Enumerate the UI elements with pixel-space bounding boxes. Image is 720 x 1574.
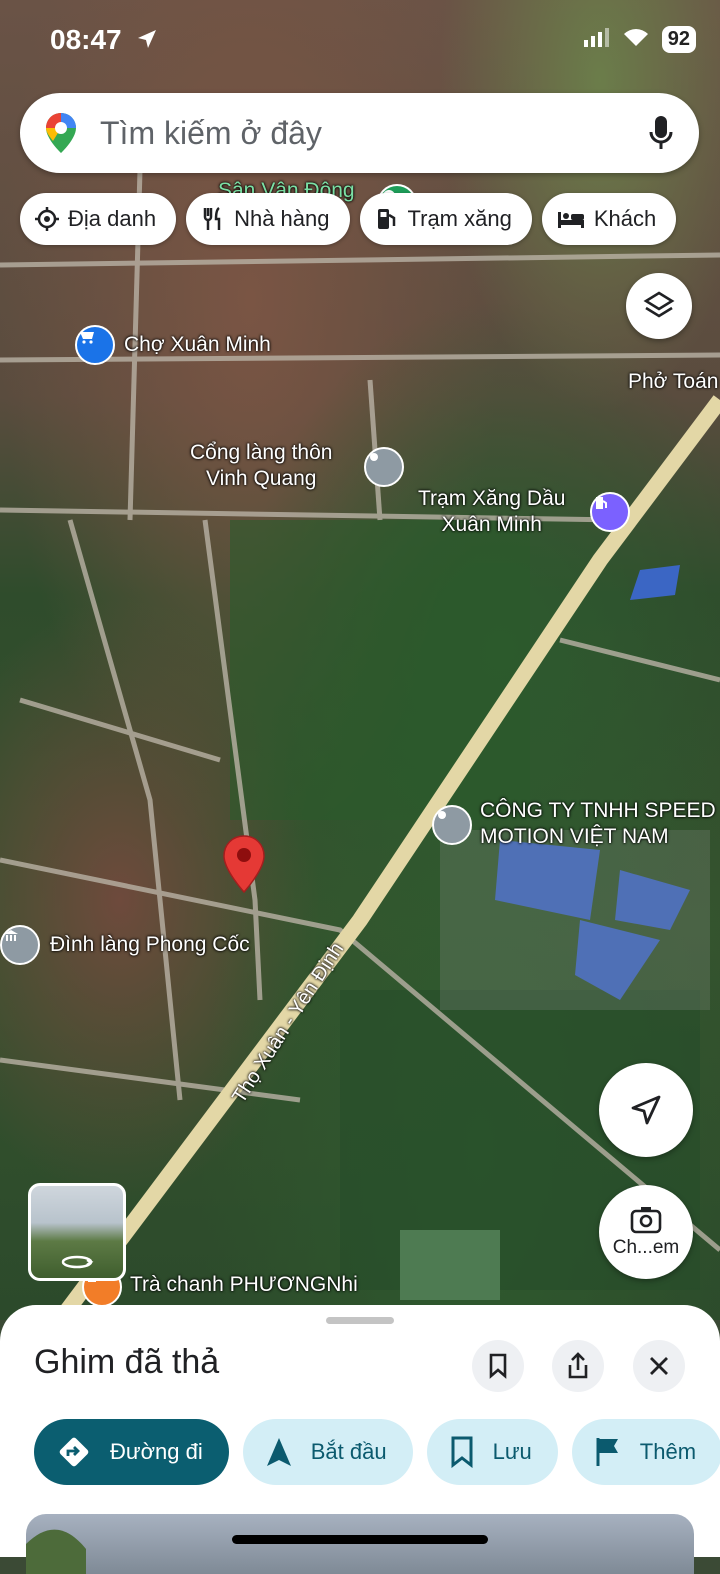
battery-level: 92	[661, 26, 696, 53]
chip-gas-stations[interactable]: Trạm xăng	[359, 193, 532, 245]
my-location-button[interactable]	[599, 1063, 693, 1157]
navigation-arrow-icon	[631, 1095, 661, 1125]
company-line-2: MOTION VIỆT NAM	[480, 825, 669, 848]
map-label-pho[interactable]: Phở Toán	[628, 369, 718, 395]
bookmark-icon	[449, 1436, 475, 1468]
start-label: Bắt đầu	[310, 1439, 387, 1464]
hotel-icon	[556, 206, 586, 232]
signal-icon	[583, 27, 610, 52]
save-pin-button[interactable]	[472, 1340, 524, 1392]
action-buttons: Đường đi Bắt đầu Lưu Thêm	[34, 1419, 720, 1485]
bookmark-icon	[489, 1353, 507, 1379]
village-gate-line-2: Vinh Quang	[205, 467, 317, 490]
microphone-icon[interactable]	[649, 115, 673, 156]
village-gate-poi-icon[interactable]	[364, 447, 404, 487]
wifi-icon	[622, 26, 650, 53]
start-button[interactable]: Bắt đầu	[242, 1419, 413, 1485]
village-gate-line-1: Cổng làng thôn	[190, 441, 333, 464]
market-poi-icon[interactable]	[75, 325, 115, 365]
directions-label: Đường đi	[110, 1439, 203, 1464]
save-button[interactable]: Lưu	[426, 1419, 558, 1485]
add-label-text: Thêm	[639, 1439, 697, 1464]
gas-station-poi-icon[interactable]	[590, 492, 630, 532]
navigation-arrow-icon	[265, 1436, 293, 1468]
search-input[interactable]: Tìm kiếm ở đây	[100, 115, 322, 152]
search-bar[interactable]: Tìm kiếm ở đây	[20, 93, 699, 173]
chip-landmarks[interactable]: Địa danh	[20, 193, 177, 245]
chip-label: Khách	[593, 206, 657, 231]
layers-icon	[643, 291, 675, 318]
status-bar: 08:47 92	[0, 0, 720, 80]
flag-icon	[594, 1436, 622, 1468]
close-button[interactable]	[633, 1340, 685, 1392]
temple-poi-icon[interactable]	[0, 925, 40, 965]
map-label-tea-shop[interactable]: Trà chanh PHƯƠNGNhi	[130, 1272, 358, 1298]
gas-station-icon	[374, 206, 400, 232]
map-label-market[interactable]: Chợ Xuân Minh	[124, 332, 271, 358]
location-arrow-icon	[136, 28, 158, 55]
close-icon	[650, 1357, 668, 1375]
share-icon	[568, 1352, 588, 1379]
maps-logo-icon	[44, 111, 78, 155]
gas-station-line-2: Xuân Minh	[441, 513, 542, 536]
gas-station-line-1: Trạm Xăng Dầu	[418, 487, 566, 510]
chip-label: Địa danh	[68, 206, 157, 231]
bottom-sheet[interactable]: Ghim đã thả Đường đi Bắt đầu Lưu Thêm	[0, 1305, 720, 1574]
company-line-1: CÔNG TY TNHH SPEED	[480, 799, 716, 822]
status-time: 08:47	[50, 24, 122, 55]
restaurant-icon	[200, 206, 226, 232]
company-poi-icon[interactable]	[432, 805, 472, 845]
directions-button[interactable]: Đường đi	[34, 1419, 229, 1485]
chip-label: Nhà hàng	[234, 206, 330, 231]
drag-handle[interactable]	[326, 1317, 394, 1324]
layers-button[interactable]	[626, 273, 692, 339]
map-label-village-gate[interactable]: Cổng làng thôn Vinh Quang	[190, 440, 332, 492]
landmark-icon	[34, 206, 60, 232]
home-indicator[interactable]	[232, 1535, 488, 1544]
directions-icon	[56, 1434, 92, 1470]
lens-camera-button[interactable]: Ch...em	[599, 1185, 693, 1279]
add-label-button[interactable]: Thêm	[571, 1419, 720, 1485]
camera-button-label: Ch...em	[612, 1237, 680, 1258]
map-label-temple[interactable]: Đình làng Phong Cốc	[50, 932, 250, 958]
save-label: Lưu	[492, 1439, 532, 1464]
chip-hotels[interactable]: Khách	[541, 193, 677, 245]
chip-restaurants[interactable]: Nhà hàng	[186, 193, 350, 245]
place-photo[interactable]	[26, 1514, 694, 1574]
share-button[interactable]	[552, 1340, 604, 1392]
chip-label: Trạm xăng	[407, 206, 512, 231]
street-view-thumbnail[interactable]	[28, 1183, 126, 1281]
map-label-company[interactable]: CÔNG TY TNHH SPEED MOTION VIỆT NAM	[480, 798, 716, 850]
rotate-360-icon	[61, 1255, 94, 1269]
category-chips: Địa danh Nhà hàng Trạm xăng Khách	[20, 193, 677, 247]
sheet-title: Ghim đã thả	[34, 1343, 220, 1381]
map-label-gas-station[interactable]: Trạm Xăng Dầu Xuân Minh	[418, 486, 565, 538]
camera-icon	[630, 1207, 662, 1234]
